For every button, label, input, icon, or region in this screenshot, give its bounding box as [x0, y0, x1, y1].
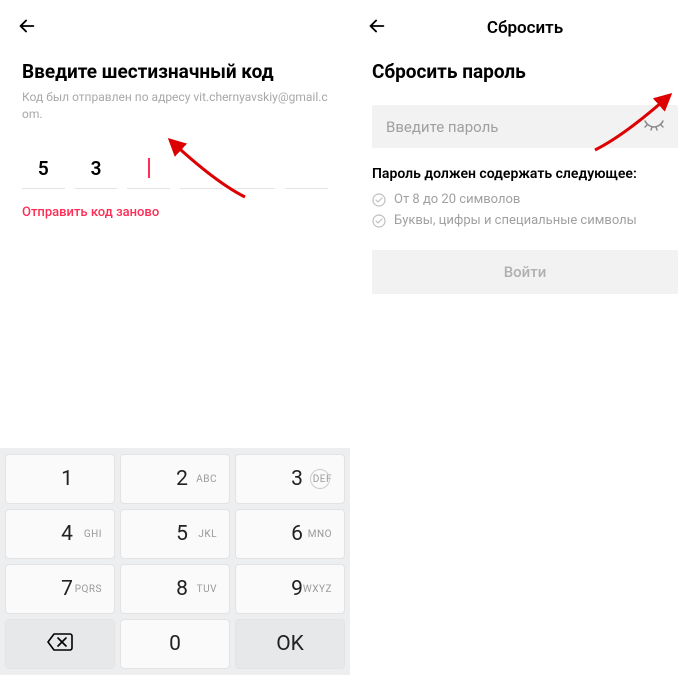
- header-title: Сбросить: [366, 18, 684, 38]
- page-title: Введите шестизначный код: [22, 60, 328, 83]
- page-title: Сбросить пароль: [372, 60, 678, 83]
- numeric-keyboard: 1 2ABC 3DEF 4GHI 5JKL 6MNO 7PQRS 8TUV 9W…: [0, 448, 350, 675]
- key-0[interactable]: 0: [120, 619, 230, 669]
- screen-code-entry: Введите шестизначный код Код был отправл…: [0, 0, 350, 675]
- code-digit-1[interactable]: 5: [22, 149, 65, 189]
- code-digit-4[interactable]: [180, 149, 223, 189]
- back-icon[interactable]: [16, 15, 38, 42]
- rules-title: Пароль должен содержать следующее:: [372, 166, 678, 182]
- key-8[interactable]: 8TUV: [120, 564, 230, 614]
- key-1[interactable]: 1: [5, 454, 115, 504]
- page-subtitle: Код был отправлен по адресу vit.chernyav…: [22, 89, 328, 123]
- check-circle-icon: [372, 214, 386, 228]
- code-input-row: 5 3: [22, 149, 328, 189]
- screen-reset-password: Сбросить Сбросить пароль Введите пароль …: [350, 0, 700, 675]
- code-digit-2[interactable]: 3: [75, 149, 118, 189]
- login-button[interactable]: Войти: [372, 250, 678, 294]
- key-2[interactable]: 2ABC: [120, 454, 230, 504]
- key-backspace[interactable]: [5, 619, 115, 669]
- content: Введите шестизначный код Код был отправл…: [0, 50, 350, 230]
- resend-link[interactable]: Отправить код заново: [22, 205, 328, 220]
- key-ok[interactable]: OK: [235, 619, 345, 669]
- code-digit-6[interactable]: [285, 149, 328, 189]
- header: Сбросить: [350, 0, 700, 50]
- content: Сбросить пароль Введите пароль Пароль до…: [350, 50, 700, 304]
- key-7[interactable]: 7PQRS: [5, 564, 115, 614]
- eye-hidden-icon[interactable]: [644, 117, 664, 136]
- header: [0, 0, 350, 50]
- key-3[interactable]: 3DEF: [235, 454, 345, 504]
- check-circle-icon: [372, 193, 386, 207]
- key-4[interactable]: 4GHI: [5, 509, 115, 559]
- rule-item: От 8 до 20 символов: [372, 192, 678, 207]
- key-6[interactable]: 6MNO: [235, 509, 345, 559]
- key-5[interactable]: 5JKL: [120, 509, 230, 559]
- backspace-icon: [46, 632, 74, 656]
- code-digit-5[interactable]: [233, 149, 276, 189]
- key-9[interactable]: 9WXYZ: [235, 564, 345, 614]
- rule-item: Буквы, цифры и специальные символы: [372, 213, 678, 228]
- password-placeholder: Введите пароль: [386, 118, 498, 136]
- password-rules: Пароль должен содержать следующее: От 8 …: [372, 166, 678, 228]
- password-input[interactable]: Введите пароль: [372, 105, 678, 148]
- code-digit-3[interactable]: [127, 149, 170, 189]
